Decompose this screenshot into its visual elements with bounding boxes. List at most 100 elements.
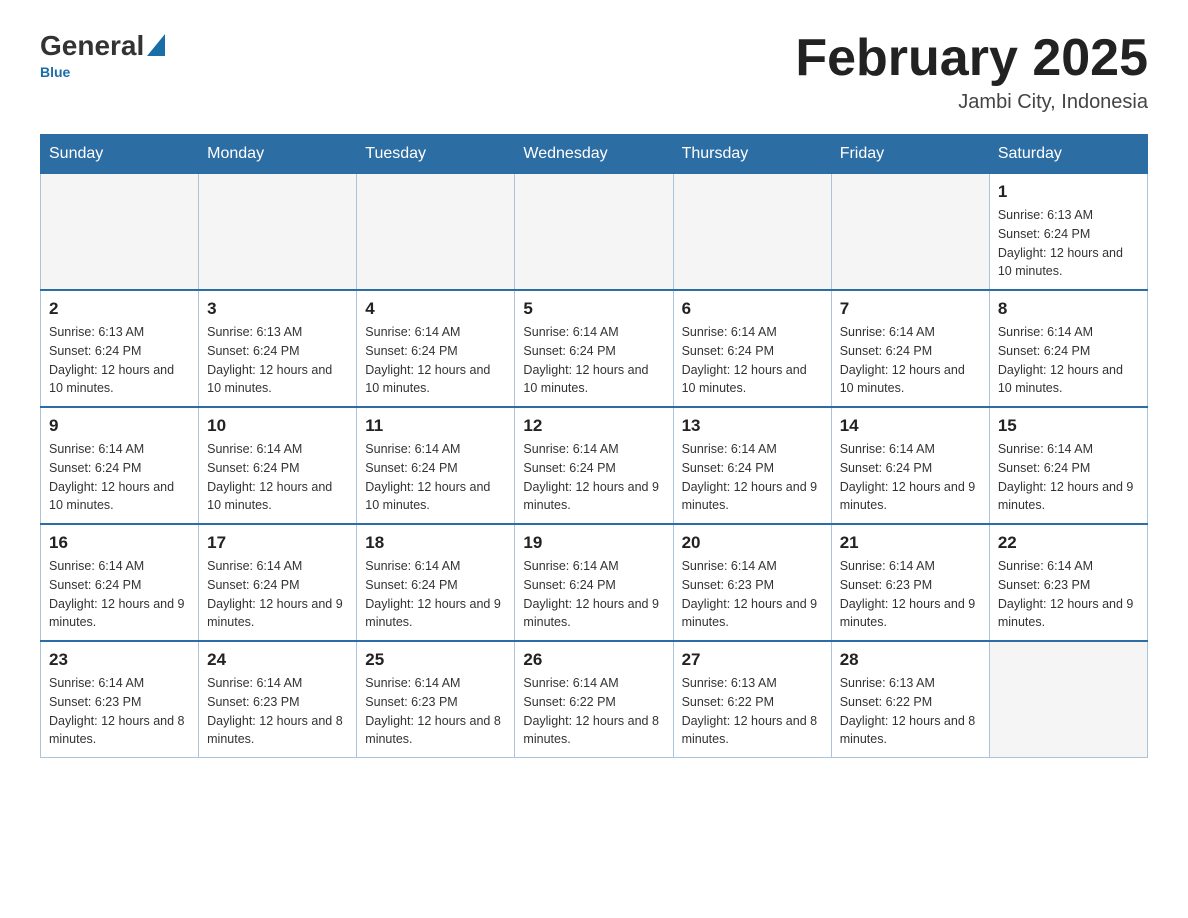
day-info: Sunrise: 6:14 AMSunset: 6:24 PMDaylight:… — [207, 557, 348, 632]
calendar-cell: 22 Sunrise: 6:14 AMSunset: 6:23 PMDayligh… — [989, 524, 1147, 641]
calendar-cell: 26 Sunrise: 6:14 AMSunset: 6:22 PMDayligh… — [515, 641, 673, 758]
logo-blue-text: Blue — [40, 64, 70, 80]
title-area: February 2025 Jambi City, Indonesia — [795, 30, 1148, 114]
day-number: 6 — [682, 299, 823, 319]
day-info: Sunrise: 6:14 AMSunset: 6:24 PMDaylight:… — [365, 557, 506, 632]
calendar-cell: 7Sunrise: 6:14 AMSunset: 6:24 PMDaylight… — [831, 290, 989, 407]
calendar-cell — [199, 174, 357, 291]
day-info: Sunrise: 6:14 AMSunset: 6:23 PMDaylight:… — [365, 674, 506, 749]
day-info: Sunrise: 6:14 AMSunset: 6:24 PMDaylight:… — [682, 440, 823, 515]
day-number: 5 — [523, 299, 664, 319]
day-info: Sunrise: 6:13 AMSunset: 6:22 PMDaylight:… — [682, 674, 823, 749]
calendar-cell: 20 Sunrise: 6:14 AMSunset: 6:23 PMDayligh… — [673, 524, 831, 641]
day-of-week-header: Monday — [199, 135, 357, 174]
day-of-week-header: Thursday — [673, 135, 831, 174]
day-number: 9 — [49, 416, 190, 436]
day-info: Sunrise: 6:13 AMSunset: 6:22 PMDaylight:… — [840, 674, 981, 749]
calendar-week-row: 2 Sunrise: 6:13 AMSunset: 6:24 PMDaylight… — [41, 290, 1148, 407]
day-number: 19 — [523, 533, 664, 553]
day-info: Sunrise: 6:14 AMSunset: 6:24 PMDaylight:… — [365, 323, 506, 398]
calendar-cell: 4 Sunrise: 6:14 AMSunset: 6:24 PMDaylight… — [357, 290, 515, 407]
day-number: 27 — [682, 650, 823, 670]
day-number: 20 — [682, 533, 823, 553]
calendar-cell: 1Sunrise: 6:13 AMSunset: 6:24 PMDaylight… — [989, 174, 1147, 291]
calendar-cell: 16 Sunrise: 6:14 AMSunset: 6:24 PMDayligh… — [41, 524, 199, 641]
calendar-cell: 11 Sunrise: 6:14 AMSunset: 6:24 PMDayligh… — [357, 407, 515, 524]
day-info: Sunrise: 6:14 AMSunset: 6:24 PMDaylight:… — [207, 440, 348, 515]
page-header: General Blue February 2025 Jambi City, I… — [40, 30, 1148, 114]
calendar-cell: 2 Sunrise: 6:13 AMSunset: 6:24 PMDaylight… — [41, 290, 199, 407]
day-number: 10 — [207, 416, 348, 436]
day-of-week-header: Saturday — [989, 135, 1147, 174]
day-number: 22 — [998, 533, 1139, 553]
day-number: 21 — [840, 533, 981, 553]
calendar-header-row: SundayMondayTuesdayWednesdayThursdayFrid… — [41, 135, 1148, 174]
day-info: Sunrise: 6:14 AMSunset: 6:24 PMDaylight:… — [365, 440, 506, 515]
calendar-cell: 8Sunrise: 6:14 AMSunset: 6:24 PMDaylight… — [989, 290, 1147, 407]
day-of-week-header: Wednesday — [515, 135, 673, 174]
calendar-cell: 13 Sunrise: 6:14 AMSunset: 6:24 PMDayligh… — [673, 407, 831, 524]
day-number: 11 — [365, 416, 506, 436]
calendar-cell — [989, 641, 1147, 758]
day-info: Sunrise: 6:14 AMSunset: 6:24 PMDaylight:… — [998, 440, 1139, 515]
day-info: Sunrise: 6:14 AMSunset: 6:24 PMDaylight:… — [523, 323, 664, 398]
day-info: Sunrise: 6:14 AMSunset: 6:23 PMDaylight:… — [682, 557, 823, 632]
calendar-cell: 18Sunrise: 6:14 AMSunset: 6:24 PMDayligh… — [357, 524, 515, 641]
day-of-week-header: Tuesday — [357, 135, 515, 174]
calendar-cell: 6 Sunrise: 6:14 AMSunset: 6:24 PMDaylight… — [673, 290, 831, 407]
logo: General Blue — [40, 30, 165, 80]
day-info: Sunrise: 6:14 AMSunset: 6:24 PMDaylight:… — [523, 440, 664, 515]
day-number: 13 — [682, 416, 823, 436]
calendar-cell: 23Sunrise: 6:14 AMSunset: 6:23 PMDayligh… — [41, 641, 199, 758]
day-number: 1 — [998, 182, 1139, 202]
day-of-week-header: Sunday — [41, 135, 199, 174]
calendar-cell: 9 Sunrise: 6:14 AMSunset: 6:24 PMDaylight… — [41, 407, 199, 524]
day-info: Sunrise: 6:14 AMSunset: 6:24 PMDaylight:… — [49, 557, 190, 632]
day-number: 8 — [998, 299, 1139, 319]
day-info: Sunrise: 6:14 AMSunset: 6:22 PMDaylight:… — [523, 674, 664, 749]
calendar-cell — [831, 174, 989, 291]
day-number: 25 — [365, 650, 506, 670]
day-info: Sunrise: 6:13 AMSunset: 6:24 PMDaylight:… — [49, 323, 190, 398]
calendar-cell: 12 Sunrise: 6:14 AMSunset: 6:24 PMDayligh… — [515, 407, 673, 524]
day-info: Sunrise: 6:14 AMSunset: 6:24 PMDaylight:… — [523, 557, 664, 632]
calendar-week-row: 9 Sunrise: 6:14 AMSunset: 6:24 PMDaylight… — [41, 407, 1148, 524]
day-number: 24 — [207, 650, 348, 670]
page-subtitle: Jambi City, Indonesia — [795, 91, 1148, 114]
day-number: 12 — [523, 416, 664, 436]
day-number: 3 — [207, 299, 348, 319]
page-title: February 2025 — [795, 30, 1148, 87]
calendar-cell — [673, 174, 831, 291]
day-info: Sunrise: 6:14 AMSunset: 6:24 PMDaylight:… — [840, 440, 981, 515]
day-number: 28 — [840, 650, 981, 670]
day-number: 2 — [49, 299, 190, 319]
calendar-week-row: 16 Sunrise: 6:14 AMSunset: 6:24 PMDayligh… — [41, 524, 1148, 641]
calendar-cell: 24 Sunrise: 6:14 AMSunset: 6:23 PMDayligh… — [199, 641, 357, 758]
calendar-cell: 17Sunrise: 6:14 AMSunset: 6:24 PMDayligh… — [199, 524, 357, 641]
day-info: Sunrise: 6:14 AMSunset: 6:23 PMDaylight:… — [49, 674, 190, 749]
calendar-cell: 25 Sunrise: 6:14 AMSunset: 6:23 PMDayligh… — [357, 641, 515, 758]
calendar-cell: 21Sunrise: 6:14 AMSunset: 6:23 PMDayligh… — [831, 524, 989, 641]
day-number: 16 — [49, 533, 190, 553]
calendar-cell — [357, 174, 515, 291]
day-info: Sunrise: 6:14 AMSunset: 6:23 PMDaylight:… — [207, 674, 348, 749]
calendar-cell: 27 Sunrise: 6:13 AMSunset: 6:22 PMDayligh… — [673, 641, 831, 758]
logo-triangle-icon — [147, 34, 165, 56]
calendar-cell — [41, 174, 199, 291]
calendar-cell: 10 Sunrise: 6:14 AMSunset: 6:24 PMDayligh… — [199, 407, 357, 524]
day-info: Sunrise: 6:14 AMSunset: 6:24 PMDaylight:… — [49, 440, 190, 515]
day-info: Sunrise: 6:14 AMSunset: 6:23 PMDaylight:… — [998, 557, 1139, 632]
calendar-week-row: 23Sunrise: 6:14 AMSunset: 6:23 PMDayligh… — [41, 641, 1148, 758]
calendar-cell: 15Sunrise: 6:14 AMSunset: 6:24 PMDayligh… — [989, 407, 1147, 524]
calendar-cell: 28 Sunrise: 6:13 AMSunset: 6:22 PMDayligh… — [831, 641, 989, 758]
calendar-week-row: 1Sunrise: 6:13 AMSunset: 6:24 PMDaylight… — [41, 174, 1148, 291]
day-of-week-header: Friday — [831, 135, 989, 174]
calendar-cell: 14 Sunrise: 6:14 AMSunset: 6:24 PMDayligh… — [831, 407, 989, 524]
calendar-cell: 5 Sunrise: 6:14 AMSunset: 6:24 PMDaylight… — [515, 290, 673, 407]
day-number: 14 — [840, 416, 981, 436]
calendar-cell — [515, 174, 673, 291]
day-number: 4 — [365, 299, 506, 319]
day-number: 26 — [523, 650, 664, 670]
logo-general-text: General — [40, 30, 144, 62]
day-info: Sunrise: 6:14 AMSunset: 6:24 PMDaylight:… — [682, 323, 823, 398]
